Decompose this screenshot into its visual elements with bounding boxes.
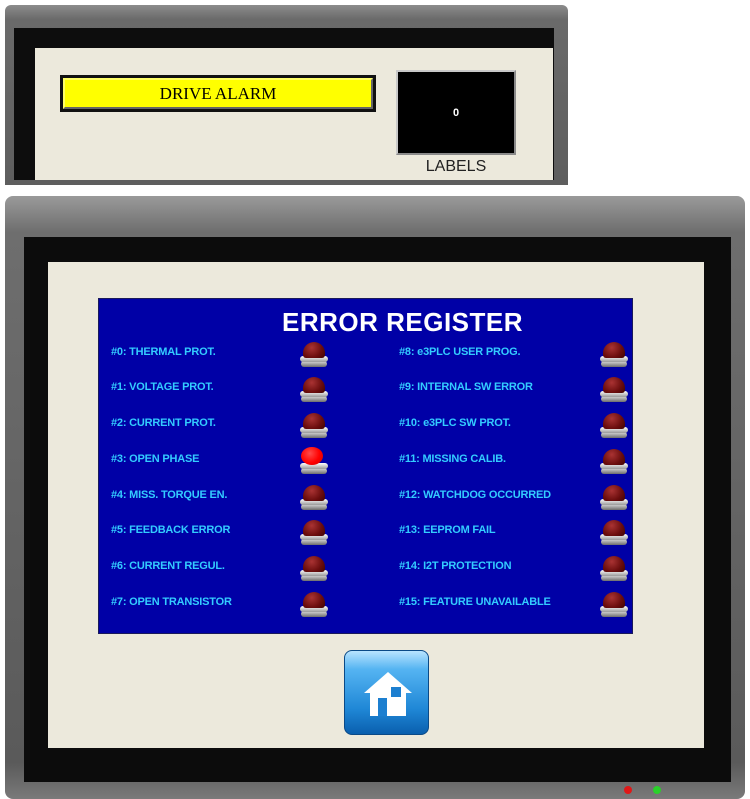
labels-caption: LABELS [425,158,487,175]
error-lamp [600,520,628,546]
error-label: #9: INTERNAL SW ERROR [399,381,533,393]
error-label: #11: MISSING CALIB. [399,453,506,465]
error-label: #13: EEPROM FAIL [399,524,496,536]
error-lamp [600,377,628,403]
error-lamp [300,485,328,511]
error-lamp [600,556,628,582]
error-register-title: ERROR REGISTER [281,307,524,337]
labels-value-display: 0 [396,70,516,155]
error-label: #14: I2T PROTECTION [399,560,512,572]
green-status-led [653,786,661,794]
home-icon [364,672,412,716]
error-label: #5: FEEDBACK ERROR [111,524,231,536]
error-lamp [600,342,628,368]
drive-alarm-indicator: DRIVE ALARM [60,75,376,112]
error-lamp [300,592,328,618]
error-label: #12: WATCHDOG OCCURRED [399,489,551,501]
red-status-led [624,786,632,794]
error-label: #6: CURRENT REGUL. [111,560,225,572]
error-register-panel: ERROR REGISTER #0: THERMAL PROT. #1: VOLT… [98,298,633,634]
error-lamp [600,592,628,618]
error-label: #4: MISS. TORQUE EN. [111,489,228,501]
error-lamp [300,520,328,546]
error-lamp [300,556,328,582]
error-label: #15: FEATURE UNAVAILABLE [399,596,551,608]
drive-alarm-label: DRIVE ALARM [63,78,373,109]
error-label: #10: e3PLC SW PROT. [399,417,511,429]
error-lamp [300,377,328,403]
error-lamp [600,485,628,511]
error-label: #0: THERMAL PROT. [111,346,216,358]
error-label: #8: e3PLC USER PROG. [399,346,521,358]
error-lamp [300,413,328,439]
error-lamp-active [300,447,328,475]
error-label: #7: OPEN TRANSISTOR [111,596,232,608]
home-button[interactable] [344,650,429,735]
error-label: #2: CURRENT PROT. [111,417,216,429]
error-lamp [300,342,328,368]
error-lamp [600,413,628,439]
error-label: #1: VOLTAGE PROT. [111,381,214,393]
error-lamp [600,449,628,475]
error-label: #3: OPEN PHASE [111,453,200,465]
